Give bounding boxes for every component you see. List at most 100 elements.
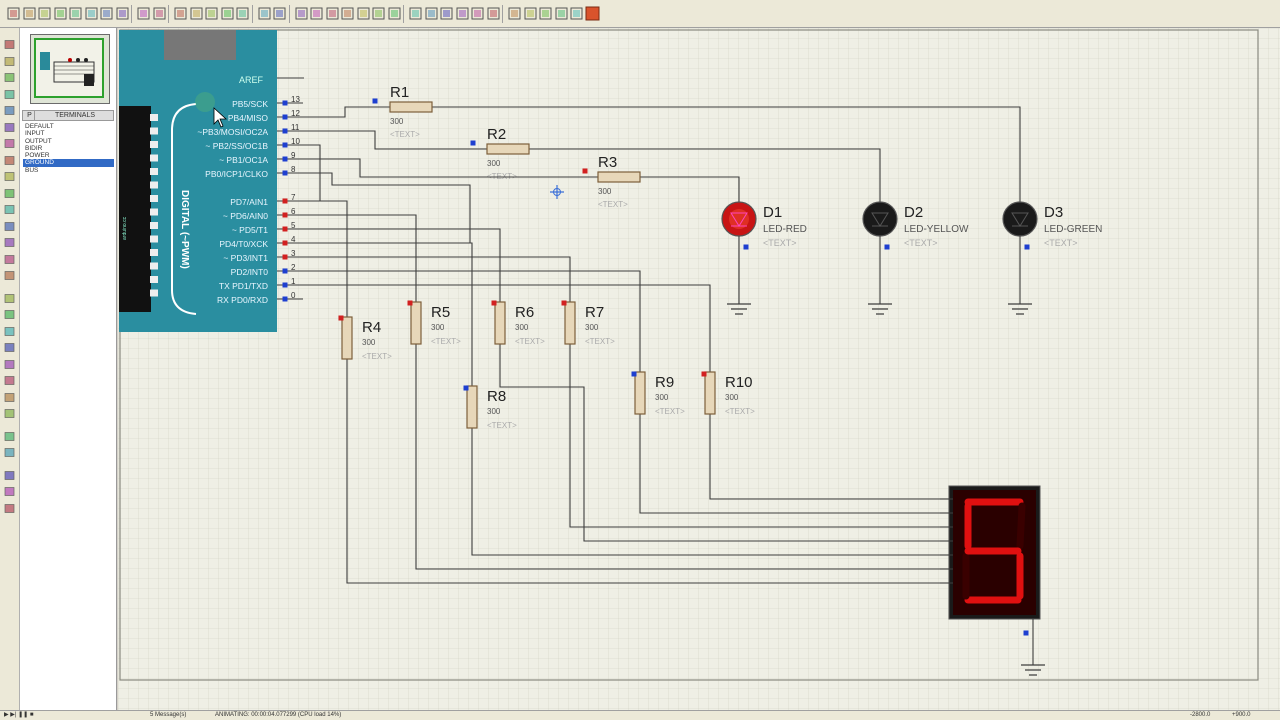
toolbar-separator: [251, 5, 253, 23]
zoom-area-icon[interactable]: [235, 6, 250, 21]
pan-icon[interactable]: [173, 6, 188, 21]
buses-icon[interactable]: [3, 119, 16, 132]
arc-icon[interactable]: [3, 339, 16, 352]
copy-icon[interactable]: [309, 6, 324, 21]
pin-state-indicator: [561, 300, 567, 306]
pin-state-indicator: [282, 282, 288, 288]
overview-window[interactable]: [30, 34, 110, 104]
circle-icon[interactable]: [3, 323, 16, 336]
led-2[interactable]: [862, 201, 898, 237]
terminal-item-power[interactable]: POWER: [23, 152, 114, 159]
led-3[interactable]: [1002, 201, 1038, 237]
block-delete-icon[interactable]: [387, 6, 402, 21]
resistor-body[interactable]: [486, 143, 530, 155]
open-file-icon[interactable]: [22, 6, 37, 21]
electrical-rules-icon[interactable]: [569, 6, 584, 21]
export-icon[interactable]: [68, 6, 83, 21]
text-script-icon[interactable]: [3, 102, 16, 115]
bill-of-materials-icon[interactable]: [554, 6, 569, 21]
terminal-item-default[interactable]: DEFAULT: [23, 123, 114, 130]
tape-recorder-icon[interactable]: [3, 201, 16, 214]
mirror-y-icon[interactable]: [3, 500, 16, 513]
terminal-item-bus[interactable]: BUS: [23, 167, 114, 174]
current-probe-icon[interactable]: [3, 251, 16, 264]
terminal-item-ground[interactable]: GROUND: [23, 159, 114, 167]
arduino-pin-label: PB5/SCK: [232, 99, 268, 109]
virtual-instruments-icon[interactable]: [3, 267, 16, 280]
led-type: LED-GREEN: [1044, 224, 1102, 235]
block-rotate-icon[interactable]: [371, 6, 386, 21]
arduino-pin-label: ~PB3/MOSI/OC2A: [197, 127, 268, 137]
resistor-body[interactable]: [494, 301, 506, 345]
cut-icon[interactable]: [294, 6, 309, 21]
angle-field-icon[interactable]: [3, 467, 16, 480]
schematic-canvas[interactable]: DIGITAL (~PWM) arduino.cc AREF PB5/SCK 13 PB4…: [118, 28, 1280, 710]
text-icon[interactable]: [3, 372, 16, 385]
resistor-body[interactable]: [466, 385, 478, 429]
voltage-probe-icon[interactable]: [3, 234, 16, 247]
undo-icon[interactable]: [257, 6, 272, 21]
box-icon[interactable]: [3, 306, 16, 319]
terminals-mode-icon[interactable]: [3, 152, 16, 165]
import-icon[interactable]: [53, 6, 68, 21]
header-pin: [150, 154, 158, 162]
resistor-body[interactable]: [704, 371, 716, 415]
symbol-icon[interactable]: [3, 389, 16, 402]
grid-icon[interactable]: [136, 6, 151, 21]
resistor-body[interactable]: [564, 301, 576, 345]
make-device-icon[interactable]: [424, 6, 439, 21]
closed-path-icon[interactable]: [3, 356, 16, 369]
rotate-clockwise-icon[interactable]: [3, 428, 16, 441]
remove-sheet-icon[interactable]: [538, 6, 553, 21]
junction-dot-icon[interactable]: [3, 69, 16, 82]
resistor-body[interactable]: [634, 371, 646, 415]
arduino-pin-number: 8: [291, 165, 296, 174]
resistor-body[interactable]: [597, 171, 641, 183]
block-copy-icon[interactable]: [340, 6, 355, 21]
line-icon[interactable]: [3, 290, 16, 303]
new-file-icon[interactable]: [6, 6, 21, 21]
property-tool-icon[interactable]: [507, 6, 522, 21]
refresh-icon[interactable]: [115, 6, 130, 21]
print-area-icon[interactable]: [99, 6, 114, 21]
terminal-item-bidir[interactable]: BIDIR: [23, 145, 114, 152]
zoom-in-icon[interactable]: [189, 6, 204, 21]
selection-mode-icon[interactable]: [3, 36, 16, 49]
redo-icon[interactable]: [272, 6, 287, 21]
save-icon[interactable]: [37, 6, 52, 21]
pick-button[interactable]: P: [25, 111, 35, 120]
netlist-to-ares-icon[interactable]: [585, 6, 600, 21]
terminal-item-output[interactable]: OUTPUT: [23, 138, 114, 145]
aref-label: AREF: [239, 75, 264, 85]
resistor-body[interactable]: [389, 101, 433, 113]
graph-mode-icon[interactable]: [3, 185, 16, 198]
subcircuit-icon[interactable]: [3, 135, 16, 148]
terminals-list: DEFAULT INPUT OUTPUT BIDIR POWER GROUND BUS: [23, 123, 114, 174]
resistor-body[interactable]: [341, 316, 353, 360]
terminal-item-input[interactable]: INPUT: [23, 130, 114, 137]
new-sheet-icon[interactable]: [523, 6, 538, 21]
marker-icon[interactable]: [3, 405, 16, 418]
generator-mode-icon[interactable]: [3, 218, 16, 231]
mirror-x-icon[interactable]: [3, 483, 16, 496]
sim-controls-icon[interactable]: ▶ ▶| ❚❚ ■: [4, 711, 33, 720]
messages-label[interactable]: 5 Message(s): [150, 711, 186, 720]
search-tag-icon[interactable]: [486, 6, 501, 21]
decompose-icon[interactable]: [455, 6, 470, 21]
schematic-svg[interactable]: DIGITAL (~PWM)arduino.ccAREFPB5/SCK 13PB4…: [118, 28, 1280, 710]
device-pins-icon[interactable]: [3, 168, 16, 181]
zoom-out-icon[interactable]: [204, 6, 219, 21]
component-mode-icon[interactable]: [3, 53, 16, 66]
origin-icon[interactable]: [152, 6, 167, 21]
block-move-icon[interactable]: [356, 6, 371, 21]
wire-label-icon[interactable]: [3, 86, 16, 99]
rotate-anticlockwise-icon[interactable]: [3, 444, 16, 457]
animation-status: ANIMATING: 00:00:04.077299 (CPU load 14%…: [215, 712, 342, 718]
pick-device-icon[interactable]: [408, 6, 423, 21]
packaging-icon[interactable]: [439, 6, 454, 21]
print-icon[interactable]: [84, 6, 99, 21]
wire-autorouter-icon[interactable]: [470, 6, 485, 21]
resistor-body[interactable]: [410, 301, 422, 345]
paste-icon[interactable]: [325, 6, 340, 21]
zoom-all-icon[interactable]: [220, 6, 235, 21]
